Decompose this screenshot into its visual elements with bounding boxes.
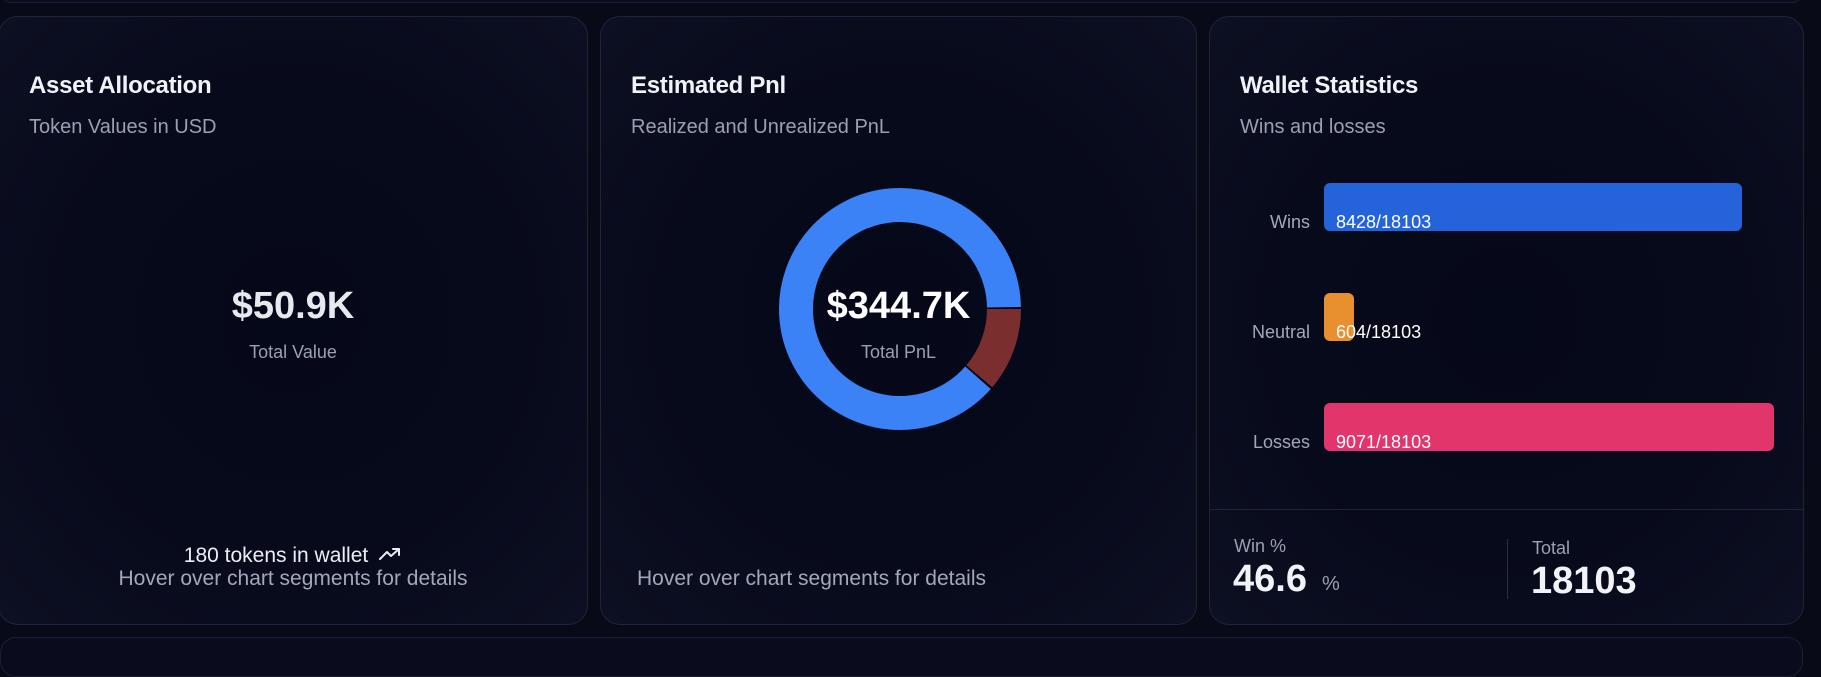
tokens-count-link[interactable]: 180 tokens in wallet [0, 544, 587, 568]
hover-hint: Hover over chart segments for details [637, 567, 986, 590]
total-value: $50.9K [231, 285, 355, 327]
total-pnl-value: $344.7K [826, 285, 971, 327]
win-pct-value: 46.6 [1233, 558, 1307, 600]
wins-label: Wins [1270, 212, 1310, 232]
card-subtitle: Realized and Unrealized PnL [631, 116, 891, 138]
trending-up-icon [378, 544, 402, 568]
tokens-count-text: 180 tokens in wallet [183, 544, 369, 567]
total-pnl-label: Total PnL [860, 342, 937, 362]
losses-label: Losses [1252, 432, 1310, 452]
losses-bar-text: 9071/18103 [1336, 432, 1432, 452]
total-value-label: Total Value [249, 342, 337, 362]
neutral-bar-text: 604/18103 [1336, 322, 1422, 342]
card-subtitle: Wins and losses [1240, 116, 1386, 138]
footer-divider [1507, 539, 1508, 599]
win-pct-unit: % [1322, 573, 1340, 595]
asset-allocation-card: Asset Allocation Token Values in USD $50… [0, 16, 588, 625]
total-label: Total [1532, 538, 1571, 558]
card-title: Wallet Statistics [1240, 72, 1419, 99]
stats-divider [1210, 509, 1803, 510]
wallet-statistics-card: Wallet Statistics Wins and losses Wins 8… [1209, 16, 1804, 625]
total-value: 18103 [1531, 560, 1637, 602]
card-subtitle: Token Values in USD [29, 116, 217, 138]
hover-hint: Hover over chart segments for details [118, 567, 468, 590]
bottom-panel-edge [0, 637, 1803, 677]
card-title: Estimated Pnl [631, 72, 786, 99]
estimated-pnl-card: Estimated Pnl Realized and Unrealized Pn… [600, 16, 1197, 625]
neutral-label: Neutral [1251, 322, 1310, 342]
top-panel-edge [0, 0, 1803, 3]
wins-bar-text: 8428/18103 [1336, 212, 1432, 232]
win-pct-label: Win % [1234, 536, 1287, 556]
card-title: Asset Allocation [29, 72, 212, 99]
